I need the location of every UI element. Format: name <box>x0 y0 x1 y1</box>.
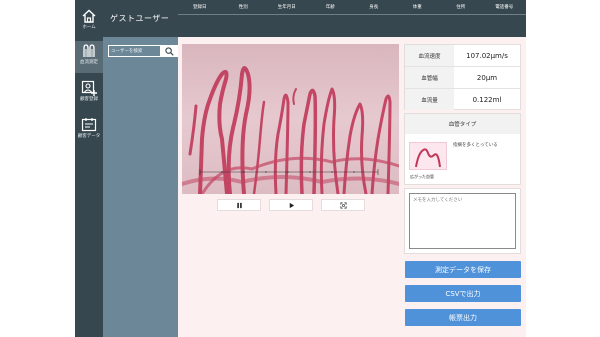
measurement-label: 血管幅 <box>405 67 454 88</box>
memo-input[interactable] <box>409 193 516 249</box>
nav-home[interactable]: ホーム <box>75 6 103 38</box>
user-search-button[interactable] <box>161 45 178 57</box>
fullscreen-button[interactable] <box>321 199 365 211</box>
capillary-image <box>182 44 399 194</box>
csv-export-button[interactable]: CSVで出力 <box>405 285 521 302</box>
measurement-value: 0.122ml <box>472 95 502 104</box>
pause-icon <box>236 202 242 208</box>
customer-info-columns: 登録日 性別 生年月日 年齢 身長 体重 住所 電話番号 <box>178 0 526 15</box>
vessel-type-description: 指摘を多くとっている <box>453 143 498 148</box>
user-panel-header: ゲストユーザー <box>103 0 178 37</box>
save-measurement-button[interactable]: 測定データを保存 <box>405 261 521 278</box>
pause-button[interactable] <box>217 199 261 211</box>
search-icon <box>165 46 174 56</box>
vessel-type-caption: 広がった血管 <box>410 174 434 179</box>
nav-customer-data[interactable]: 顧客データ <box>75 115 103 147</box>
nav-customer-register-label: 顧客登録 <box>80 97 98 102</box>
column-birthdate: 生年月日 <box>277 5 296 10</box>
measurement-row: 血管幅 20μm <box>405 67 520 89</box>
measurement-row: 血流速度 107.02μm/s <box>405 45 520 67</box>
measurement-value: 107.02μm/s <box>466 51 508 60</box>
fullscreen-icon <box>339 201 347 209</box>
column-weight: 体重 <box>412 5 422 10</box>
customer-info-header: 登録日 性別 生年月日 年齢 身長 体重 住所 電話番号 <box>178 0 526 37</box>
nav-customer-data-label: 顧客データ <box>77 134 101 139</box>
user-search-input[interactable] <box>108 45 161 57</box>
user-panel: ゲストユーザー <box>103 0 178 337</box>
vessel-type-thumbnail <box>409 142 447 170</box>
nav-home-label: ホーム <box>82 25 96 30</box>
customer-data-icon <box>81 118 97 132</box>
capillary-video[interactable] <box>182 44 399 194</box>
vessel-type-title: 血管タイプ <box>405 114 520 134</box>
nav-blood-flow[interactable]: 血流測定 <box>75 41 103 73</box>
measurement-value: 20μm <box>476 73 498 82</box>
nav-rail: ホーム 血流測定 顧客登録 顧客データ <box>75 0 103 337</box>
home-icon <box>82 9 96 23</box>
measurement-results: 血流速度 107.02μm/s 血管幅 20μm 血流量 0.122ml <box>404 44 521 110</box>
capillary-icon <box>83 44 95 57</box>
measurement-row: 血流量 0.122ml <box>405 89 520 111</box>
column-phone: 電話番号 <box>495 5 514 10</box>
vessel-type-panel: 血管タイプ 広がった血管 指摘を多くとっている <box>404 113 521 185</box>
memo-panel <box>404 188 521 254</box>
add-customer-icon <box>81 80 97 96</box>
report-output-button[interactable]: 帳票出力 <box>405 309 521 326</box>
play-button[interactable] <box>269 199 313 211</box>
nav-blood-flow-label: 血流測定 <box>80 60 98 65</box>
measurement-label: 血流量 <box>405 89 454 110</box>
nav-customer-register[interactable]: 顧客登録 <box>75 78 103 110</box>
column-height: 身長 <box>369 5 379 10</box>
widened-vessel-icon <box>415 148 441 168</box>
measurement-label: 血流速度 <box>405 45 454 66</box>
column-registered-date: 登録日 <box>193 5 207 10</box>
column-gender: 性別 <box>238 5 248 10</box>
column-address: 住所 <box>456 5 466 10</box>
current-user-name: ゲストユーザー <box>110 14 170 23</box>
column-age: 年齢 <box>325 5 335 10</box>
play-icon <box>289 202 294 208</box>
measurement-area: 血流速度 107.02μm/s 血管幅 20μm 血流量 0.122ml 血管タ… <box>178 37 526 337</box>
